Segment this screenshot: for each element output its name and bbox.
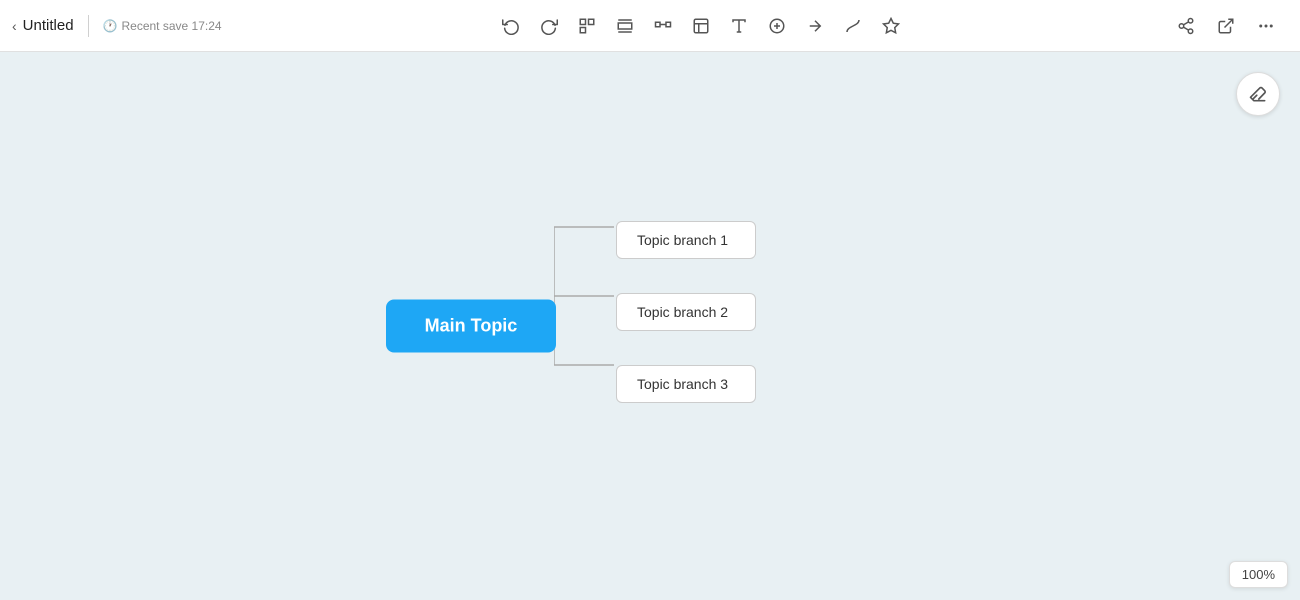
back-chevron-icon[interactable]: ‹ bbox=[12, 18, 17, 34]
share-button[interactable] bbox=[1168, 8, 1204, 44]
tool-distribute-button[interactable] bbox=[607, 8, 643, 44]
main-topic-node[interactable]: Main Topic bbox=[386, 300, 556, 353]
tool-layout-button[interactable] bbox=[683, 8, 719, 44]
zoom-value: 100% bbox=[1242, 567, 1275, 582]
branch-node-3[interactable]: Topic branch 3 bbox=[616, 365, 756, 403]
tool-star-button[interactable] bbox=[873, 8, 909, 44]
toolbar bbox=[234, 8, 1168, 44]
save-status: 🕐 Recent save 17:24 bbox=[103, 19, 222, 33]
tool-text-button[interactable] bbox=[721, 8, 757, 44]
eraser-button[interactable] bbox=[1236, 72, 1280, 116]
back-area: ‹ Untitled 🕐 Recent save 17:24 bbox=[0, 0, 234, 51]
tool-curve-button[interactable] bbox=[835, 8, 871, 44]
divider bbox=[88, 15, 89, 37]
mindmap: Main Topic Topic branch 1 Topic branch 2… bbox=[386, 221, 786, 431]
zoom-indicator: 100% bbox=[1229, 561, 1288, 588]
header: ‹ Untitled 🕐 Recent save 17:24 bbox=[0, 0, 1300, 52]
document-title[interactable]: Untitled bbox=[23, 17, 74, 34]
canvas[interactable]: Main Topic Topic branch 1 Topic branch 2… bbox=[0, 52, 1300, 600]
save-status-text: Recent save 17:24 bbox=[121, 19, 221, 33]
undo-button[interactable] bbox=[493, 8, 529, 44]
more-button[interactable] bbox=[1248, 8, 1284, 44]
tool-add-button[interactable] bbox=[759, 8, 795, 44]
clock-icon: 🕐 bbox=[103, 19, 118, 33]
tool-connect-button[interactable] bbox=[797, 8, 833, 44]
branch-node-2[interactable]: Topic branch 2 bbox=[616, 293, 756, 331]
branch-node-1[interactable]: Topic branch 1 bbox=[616, 221, 756, 259]
right-actions bbox=[1168, 8, 1300, 44]
tool-group-button[interactable] bbox=[645, 8, 681, 44]
export-button[interactable] bbox=[1208, 8, 1244, 44]
redo-button[interactable] bbox=[531, 8, 567, 44]
tool-align-button[interactable] bbox=[569, 8, 605, 44]
